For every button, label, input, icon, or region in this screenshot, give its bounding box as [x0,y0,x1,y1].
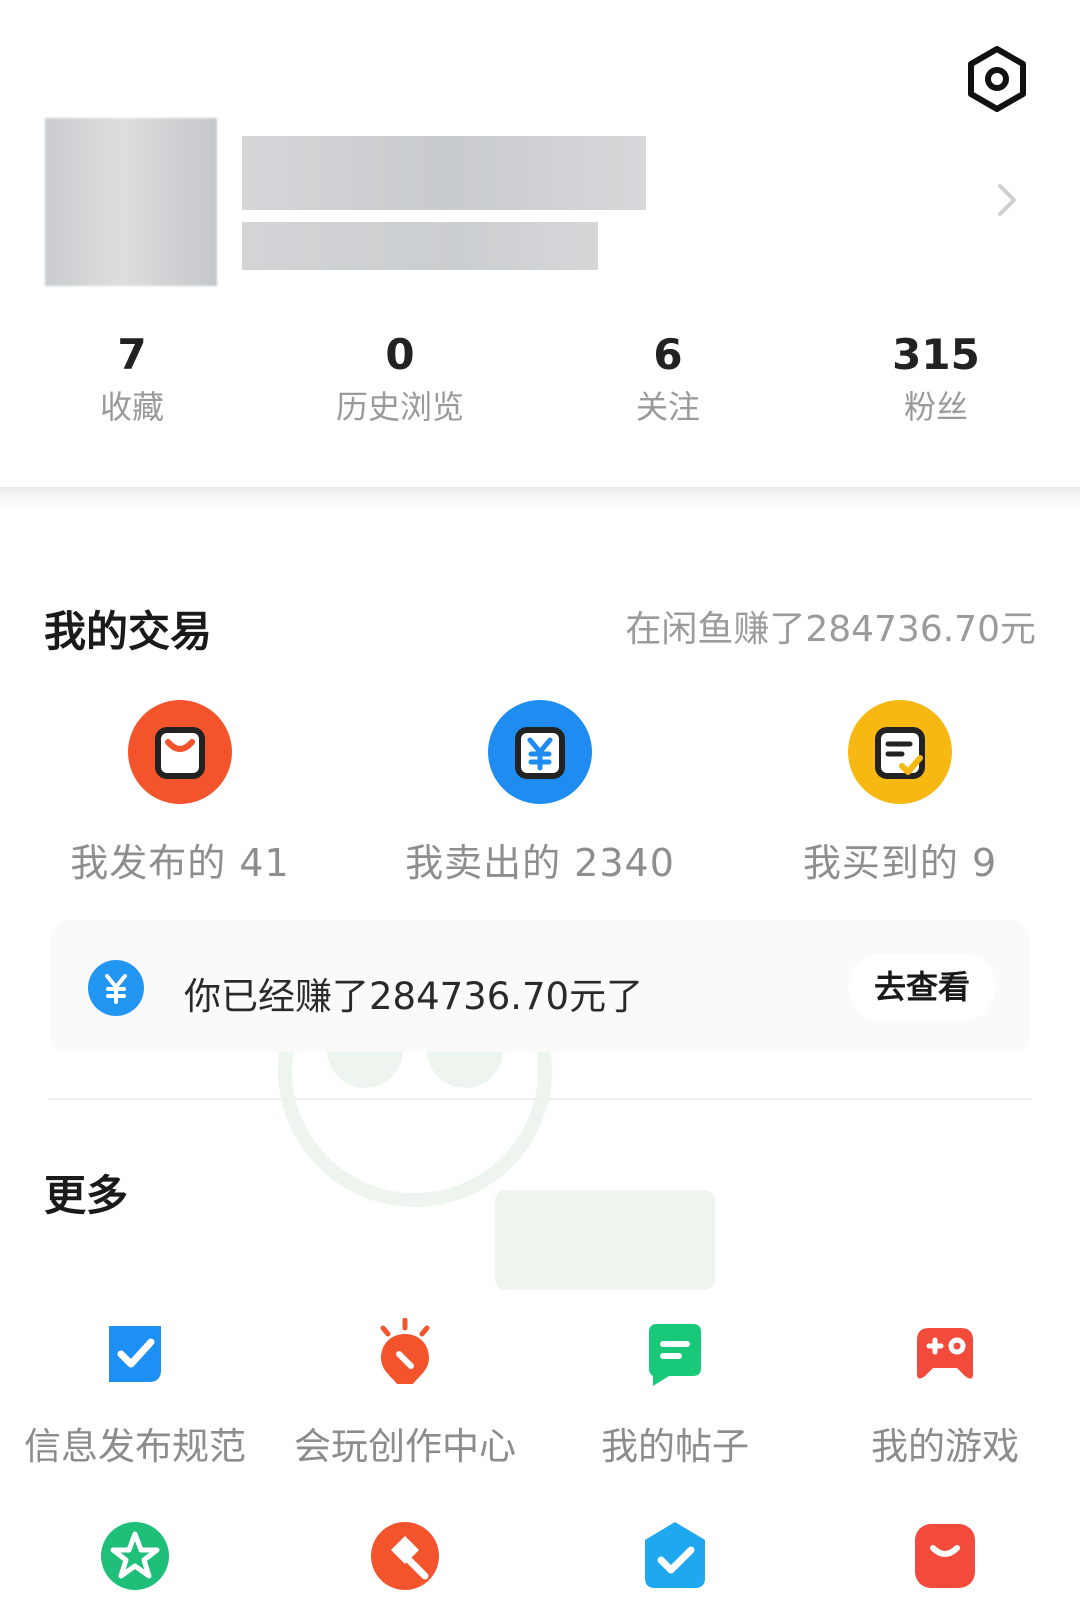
more-item-posting-rules[interactable]: 信息发布规范 [0,1318,270,1470]
divider [48,1098,1032,1100]
more-item-8[interactable] [810,1520,1080,1618]
stats-row: 7 收藏 0 历史浏览 6 关注 315 粉丝 [0,325,1080,435]
bulb-icon [380,1318,430,1384]
stat-history[interactable]: 0 历史浏览 [280,325,520,429]
more-section-title: 更多 [44,1171,129,1220]
section-separator [0,487,1080,513]
more-item-label: 我的帖子 [601,1425,749,1468]
more-item-label: 信息发布规范 [24,1425,246,1468]
trade-published[interactable]: 我发布的 41 [10,700,350,887]
trade-label: 我发布的 41 [70,841,290,885]
settings-icon[interactable] [962,44,1032,114]
check-badge-icon [109,1326,161,1382]
more-item-creator-center[interactable]: 会玩创作中心 [270,1318,540,1470]
earnings-text: 你已经赚了284736.70元了 [184,975,644,1018]
yen-circle-icon [88,960,144,1016]
trade-label: 我买到的 9 [802,841,998,885]
more-item-6[interactable] [270,1520,540,1618]
stat-value: 0 [385,330,415,379]
stat-following[interactable]: 6 关注 [548,325,788,429]
yen-icon [488,700,592,804]
username-redacted [242,136,646,210]
more-item-label: 会玩创作中心 [294,1425,516,1468]
bag-icon [128,700,232,804]
mailbox-icon [915,1524,975,1588]
post-icon [649,1324,701,1386]
more-item-5[interactable] [0,1520,270,1618]
stat-value: 7 [117,330,147,379]
more-item-label: 我的游戏 [871,1425,1019,1468]
earned-summary: 在闲鱼赚了284736.70元 [625,609,1036,650]
more-item-my-posts[interactable]: 我的帖子 [540,1318,810,1470]
stat-label: 收藏 [99,388,164,426]
trade-section-title: 我的交易 [44,607,213,656]
gamepad-icon [917,1328,973,1379]
verified-icon [645,1522,705,1588]
avatar[interactable] [45,118,217,286]
stat-value: 315 [892,330,980,379]
chevron-right-icon[interactable] [995,180,1019,220]
star-badge-icon [101,1522,169,1590]
receipt-icon [848,700,952,804]
auction-icon [371,1522,439,1590]
trade-bought[interactable]: 我买到的 9 [730,700,1070,887]
stat-followers[interactable]: 315 粉丝 [816,325,1056,429]
stat-favorites[interactable]: 7 收藏 [12,325,252,429]
trade-label: 我卖出的 2340 [405,841,675,885]
stat-value: 6 [653,330,683,379]
stat-label: 历史浏览 [335,388,464,426]
view-earnings-button[interactable]: 去查看 [848,954,996,1020]
stat-label: 粉丝 [903,388,968,426]
trade-sold[interactable]: 我卖出的 2340 [370,700,710,887]
more-item-7[interactable] [540,1520,810,1618]
user-subtitle-redacted [242,222,598,270]
stat-label: 关注 [635,388,700,426]
more-item-my-games[interactable]: 我的游戏 [810,1318,1080,1470]
